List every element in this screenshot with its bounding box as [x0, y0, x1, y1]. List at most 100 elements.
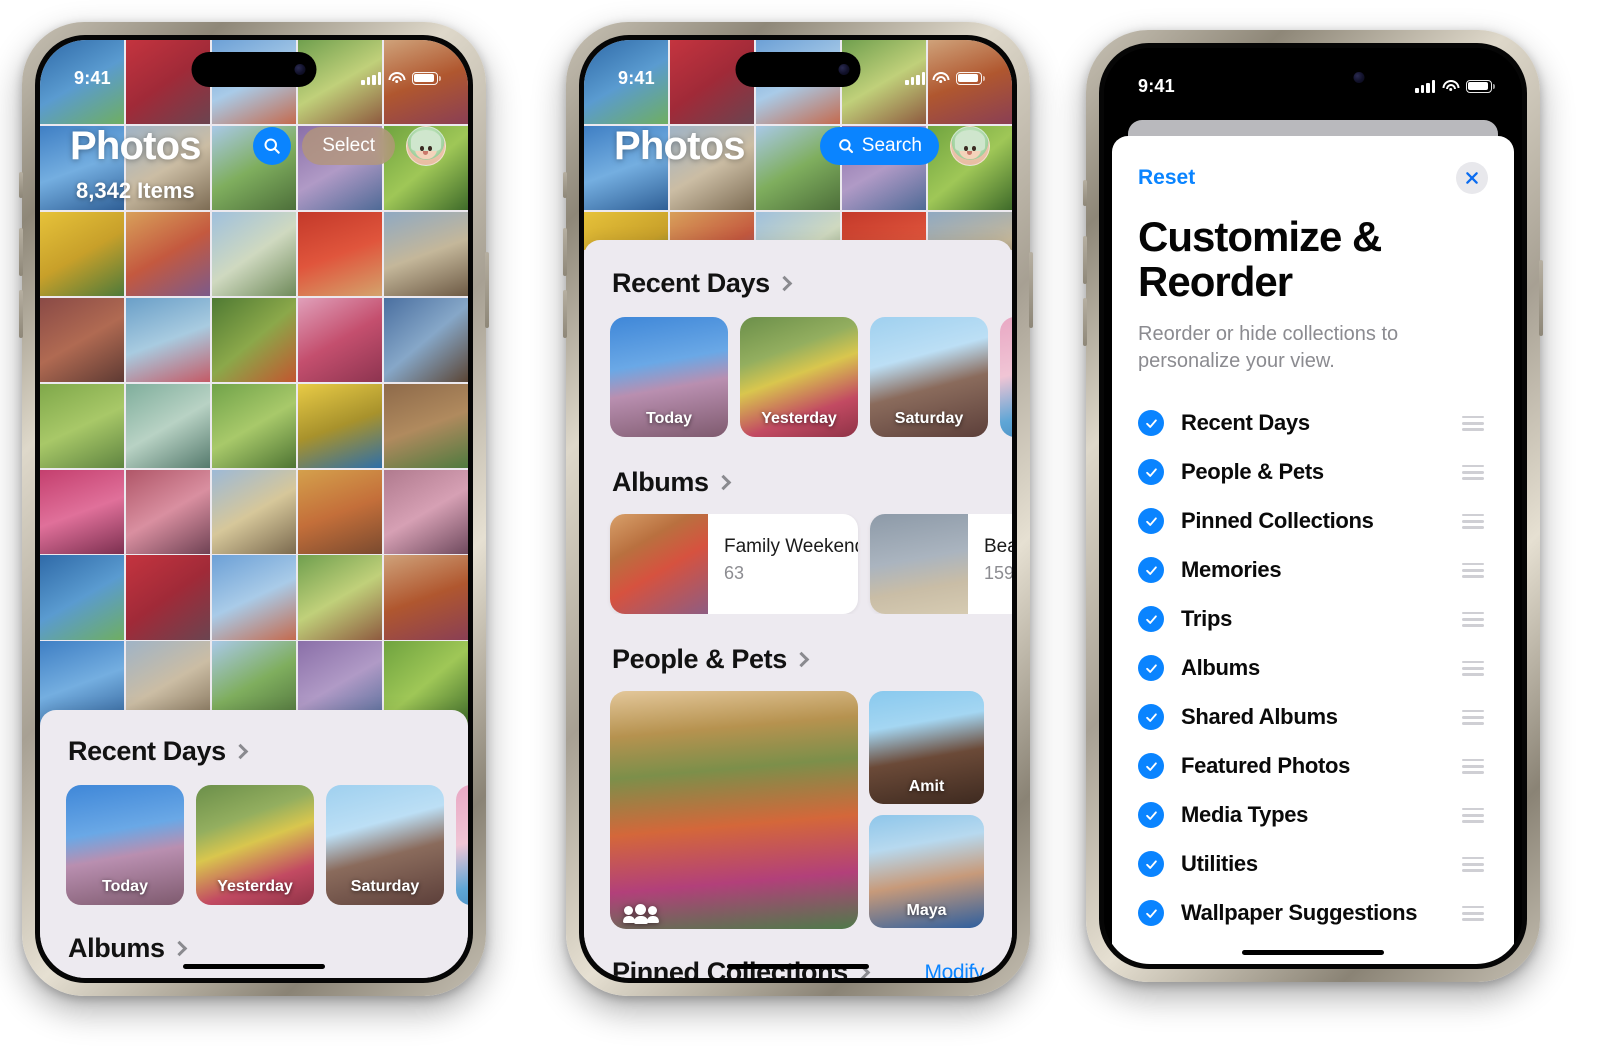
power-button[interactable]: [1029, 252, 1033, 328]
collection-list-item[interactable]: Utilities: [1112, 840, 1514, 889]
checkmark-circle-icon[interactable]: [1138, 802, 1164, 829]
home-indicator[interactable]: [727, 963, 869, 969]
drag-handle-icon[interactable]: [1462, 758, 1484, 774]
album-card[interactable]: Beac 159: [870, 514, 1012, 614]
drag-handle-icon[interactable]: [1462, 856, 1484, 872]
collection-list-item[interactable]: Media Types: [1112, 791, 1514, 840]
checkmark-circle-icon[interactable]: [1138, 753, 1164, 780]
power-button[interactable]: [485, 252, 489, 328]
collection-list-item[interactable]: Memories: [1112, 546, 1514, 595]
checkmark-circle-icon[interactable]: [1138, 508, 1164, 535]
photo-thumbnail[interactable]: [297, 469, 383, 554]
silent-switch[interactable]: [19, 172, 23, 198]
section-header-albums[interactable]: Albums: [40, 905, 468, 964]
day-card[interactable]: Saturday: [326, 785, 444, 905]
day-card[interactable]: Today: [66, 785, 184, 905]
silent-switch[interactable]: [1083, 180, 1087, 206]
search-button[interactable]: [253, 127, 292, 165]
photo-thumbnail[interactable]: [383, 297, 468, 383]
drag-handle-icon[interactable]: [1462, 513, 1484, 529]
person-card[interactable]: Maya: [869, 815, 984, 928]
checkmark-circle-icon[interactable]: [1138, 459, 1164, 486]
photo-thumbnail[interactable]: [40, 555, 125, 640]
day-card[interactable]: Today: [610, 317, 728, 437]
volume-up-button[interactable]: [1083, 236, 1087, 284]
recent-days-carousel[interactable]: Today Yesterday Saturday: [584, 317, 1012, 437]
section-header-recent-days[interactable]: Recent Days: [584, 240, 1012, 299]
checkmark-circle-icon[interactable]: [1138, 557, 1164, 584]
drag-handle-icon[interactable]: [1462, 562, 1484, 578]
collection-list-item[interactable]: People & Pets: [1112, 448, 1514, 497]
home-indicator[interactable]: [183, 963, 325, 969]
collection-list-item[interactable]: Featured Photos: [1112, 742, 1514, 791]
photo-thumbnail[interactable]: [40, 211, 125, 297]
photo-thumbnail[interactable]: [383, 469, 468, 554]
volume-down-button[interactable]: [563, 290, 567, 338]
volume-up-button[interactable]: [563, 228, 567, 276]
photo-thumbnail[interactable]: [383, 555, 468, 640]
photo-thumbnail[interactable]: [383, 383, 468, 469]
section-header-recent-days[interactable]: Recent Days: [40, 710, 468, 767]
album-card[interactable]: Family Weekend 63: [610, 514, 858, 614]
albums-carousel[interactable]: Family Weekend 63 Beac 159: [584, 514, 1012, 614]
photo-thumbnail[interactable]: [211, 383, 297, 469]
day-card[interactable]: Saturday: [870, 317, 988, 437]
photo-thumbnail[interactable]: [125, 297, 211, 383]
photo-thumbnail[interactable]: [40, 469, 125, 554]
drag-handle-icon[interactable]: [1462, 660, 1484, 676]
recent-days-carousel[interactable]: Today Yesterday Saturday: [40, 785, 468, 905]
drag-handle-icon[interactable]: [1462, 415, 1484, 431]
section-header-albums[interactable]: Albums: [584, 437, 1012, 498]
silent-switch[interactable]: [563, 172, 567, 198]
power-button[interactable]: [1539, 260, 1543, 336]
drag-handle-icon[interactable]: [1462, 807, 1484, 823]
photo-thumbnail[interactable]: [211, 297, 297, 383]
day-card[interactable]: Yesterday: [740, 317, 858, 437]
section-header-people-pets[interactable]: People & Pets: [584, 614, 1012, 675]
checkmark-circle-icon[interactable]: [1138, 900, 1164, 927]
checkmark-circle-icon[interactable]: [1138, 606, 1164, 633]
avatar[interactable]: [950, 126, 990, 166]
checkmark-circle-icon[interactable]: [1138, 704, 1164, 731]
photo-thumbnail[interactable]: [383, 211, 468, 297]
photo-thumbnail[interactable]: [297, 211, 383, 297]
day-card[interactable]: Yesterday: [196, 785, 314, 905]
section-header-pinned-collections[interactable]: Pinned Collections Modify: [584, 929, 1012, 978]
collection-list-item[interactable]: Wallpaper Suggestions: [1112, 889, 1514, 938]
collection-list-item[interactable]: Shared Albums: [1112, 693, 1514, 742]
photo-thumbnail[interactable]: [40, 297, 125, 383]
day-card[interactable]: [456, 785, 468, 905]
photo-thumbnail[interactable]: [125, 555, 211, 640]
checkmark-circle-icon[interactable]: [1138, 410, 1164, 437]
volume-down-button[interactable]: [1083, 298, 1087, 346]
day-card[interactable]: [1000, 317, 1012, 437]
drag-handle-icon[interactable]: [1462, 464, 1484, 480]
search-button[interactable]: Search: [819, 127, 939, 165]
people-group-card[interactable]: [610, 691, 858, 929]
people-pets-grid[interactable]: Amit Maya: [584, 691, 1012, 929]
person-card[interactable]: Amit: [869, 691, 984, 804]
photo-thumbnail[interactable]: [211, 211, 297, 297]
photo-thumbnail[interactable]: [297, 555, 383, 640]
checkmark-circle-icon[interactable]: [1138, 851, 1164, 878]
home-indicator[interactable]: [1242, 949, 1384, 955]
reset-button[interactable]: Reset: [1138, 166, 1195, 190]
volume-up-button[interactable]: [19, 228, 23, 276]
photo-thumbnail[interactable]: [297, 297, 383, 383]
drag-handle-icon[interactable]: [1462, 611, 1484, 627]
photo-thumbnail[interactable]: [297, 383, 383, 469]
checkmark-circle-icon[interactable]: [1138, 655, 1164, 682]
volume-down-button[interactable]: [19, 290, 23, 338]
avatar[interactable]: [406, 126, 446, 166]
collection-list-item[interactable]: Trips: [1112, 595, 1514, 644]
collection-list-item[interactable]: Recent Days: [1112, 399, 1514, 448]
photo-thumbnail[interactable]: [211, 469, 297, 554]
collection-list-item[interactable]: Albums: [1112, 644, 1514, 693]
drag-handle-icon[interactable]: [1462, 709, 1484, 725]
photo-thumbnail[interactable]: [40, 383, 125, 469]
collection-list-item[interactable]: Pinned Collections: [1112, 497, 1514, 546]
collection-list[interactable]: Recent Days People & Pets Pinned Collectio…: [1112, 375, 1514, 938]
select-button[interactable]: Select: [302, 127, 395, 165]
modify-button[interactable]: Modify: [925, 961, 985, 979]
photo-thumbnail[interactable]: [125, 469, 211, 554]
